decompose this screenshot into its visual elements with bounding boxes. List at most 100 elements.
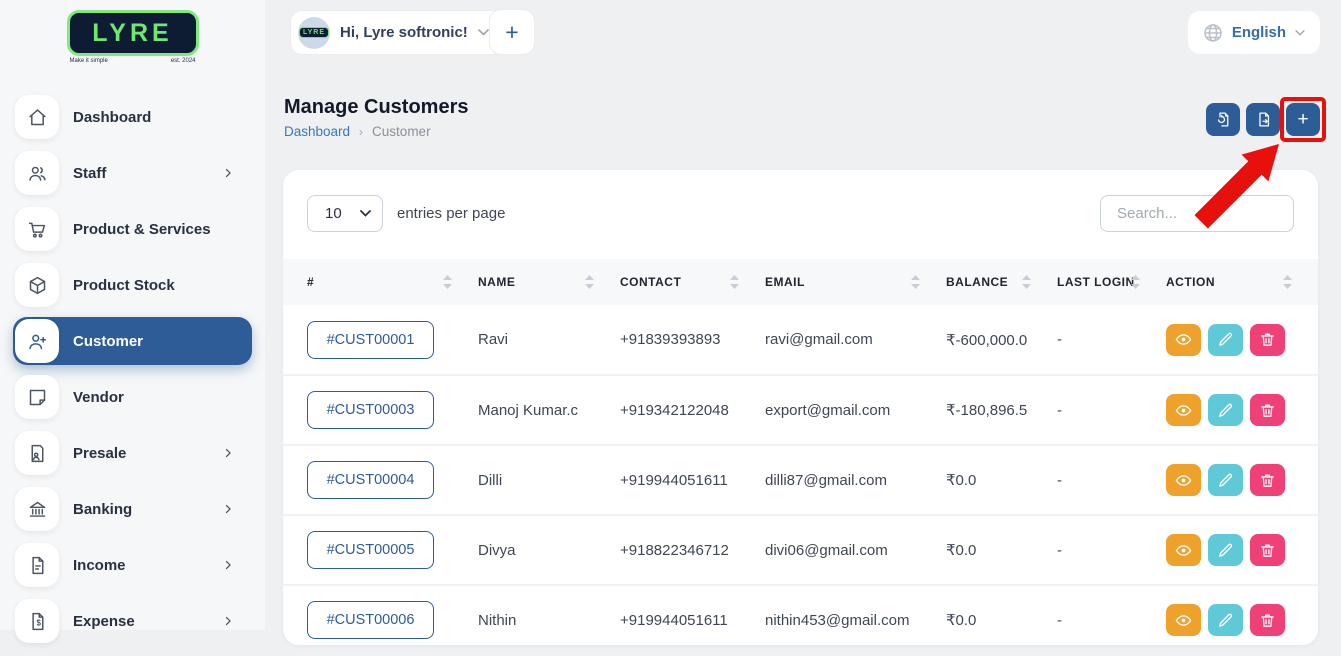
entries-label: entries per page xyxy=(397,195,505,232)
delete-button[interactable] xyxy=(1250,394,1285,426)
view-button[interactable] xyxy=(1166,604,1201,636)
sidebar-item-presale[interactable]: Presale xyxy=(13,429,252,477)
file-refresh-icon xyxy=(1215,111,1232,128)
users-icon xyxy=(15,151,59,195)
quick-add-button[interactable]: + xyxy=(489,9,535,55)
view-button[interactable] xyxy=(1166,464,1201,496)
logo-tagline: Make it simple xyxy=(70,58,108,64)
pencil-icon xyxy=(1217,542,1234,559)
table-row: #CUST00001Ravi+91839393893ravi@gmail.com… xyxy=(283,305,1318,375)
customer-name: Manoj Kumar.c xyxy=(478,402,578,419)
pencil-icon xyxy=(1217,402,1234,419)
view-button[interactable] xyxy=(1166,324,1201,356)
row-actions xyxy=(1166,464,1318,496)
customer-id-button[interactable]: #CUST00001 xyxy=(307,321,434,359)
sidebar-item-vendor[interactable]: Vendor xyxy=(13,373,252,421)
sidebar-item-dashboard[interactable]: Dashboard xyxy=(13,93,252,141)
edit-button[interactable] xyxy=(1208,394,1243,426)
column-header-name[interactable]: NAME xyxy=(478,259,620,305)
customer-contact: +919342122048 xyxy=(620,402,729,419)
user-plus-icon xyxy=(15,319,59,363)
column-header-last-login[interactable]: LAST LOGIN xyxy=(1057,259,1166,305)
sort-icon[interactable] xyxy=(443,275,452,289)
customer-id-button[interactable]: #CUST00006 xyxy=(307,601,434,639)
column-label: ACTION xyxy=(1166,275,1215,289)
entries-per-page-select[interactable]: 10 xyxy=(307,195,383,232)
delete-button[interactable] xyxy=(1250,464,1285,496)
table-row: #CUST00004Dilli+919944051611dilli87@gmai… xyxy=(283,445,1318,515)
edit-button[interactable] xyxy=(1208,464,1243,496)
customer-last-login: - xyxy=(1057,402,1062,419)
table-row: #CUST00006Nithin+919944051611nithin453@g… xyxy=(283,585,1318,655)
customers-card: 10 entries per page #NAMECONTACT EMAILBAL… xyxy=(283,170,1318,645)
sort-icon[interactable] xyxy=(911,275,920,289)
sort-icon[interactable] xyxy=(1131,275,1140,289)
pencil-icon xyxy=(1217,331,1234,348)
delete-button[interactable] xyxy=(1250,534,1285,566)
sidebar-item-product-stock[interactable]: Product Stock xyxy=(13,261,252,309)
sort-icon[interactable] xyxy=(730,275,739,289)
sidebar-item-staff[interactable]: Staff xyxy=(13,149,252,197)
import-customers-button[interactable] xyxy=(1206,103,1240,136)
customer-id-button[interactable]: #CUST00004 xyxy=(307,461,434,499)
page-title: Manage Customers xyxy=(284,96,469,119)
sidebar-item-expense[interactable]: $Expense xyxy=(13,597,252,645)
customer-balance: ₹0.0 xyxy=(946,542,976,559)
breadcrumb-dashboard-link[interactable]: Dashboard xyxy=(284,124,350,139)
sort-icon[interactable] xyxy=(1283,275,1292,289)
sidebar-item-banking[interactable]: Banking xyxy=(13,485,252,533)
search-input[interactable] xyxy=(1100,195,1294,232)
customer-balance: ₹0.0 xyxy=(946,612,976,629)
column-header-contact[interactable]: CONTACT xyxy=(620,259,765,305)
avatar: LYRE xyxy=(298,17,330,49)
chevron-right-icon xyxy=(222,167,234,179)
table-body: #CUST00001Ravi+91839393893ravi@gmail.com… xyxy=(283,305,1318,655)
view-button[interactable] xyxy=(1166,394,1201,426)
sidebar-item-customer[interactable]: Customer xyxy=(13,317,252,365)
breadcrumb: Dashboard › Customer xyxy=(284,124,431,139)
customer-balance: ₹-180,896.5 xyxy=(946,402,1027,419)
sort-icon[interactable] xyxy=(1022,275,1031,289)
profile-menu[interactable]: LYRE Hi, Lyre softronic! xyxy=(290,10,504,55)
file-export-icon xyxy=(1255,111,1272,128)
trash-icon xyxy=(1259,331,1276,348)
sidebar-item-label: Vendor xyxy=(73,389,124,406)
sort-icon[interactable] xyxy=(585,275,594,289)
edit-button[interactable] xyxy=(1208,324,1243,356)
greeting-text: Hi, Lyre softronic! xyxy=(340,24,468,41)
package-icon xyxy=(15,263,59,307)
plus-icon: + xyxy=(505,19,518,46)
sidebar-item-label: Banking xyxy=(73,501,132,518)
bank-icon xyxy=(15,487,59,531)
column-header-email[interactable]: EMAIL xyxy=(765,259,946,305)
cart-icon xyxy=(15,207,59,251)
customer-email: dilli87@gmail.com xyxy=(765,472,887,489)
sidebar-item-income[interactable]: Income xyxy=(13,541,252,589)
export-customers-button[interactable] xyxy=(1246,103,1280,136)
edit-button[interactable] xyxy=(1208,534,1243,566)
column-label: LAST LOGIN xyxy=(1057,275,1135,289)
column-header-action[interactable]: ACTION xyxy=(1166,259,1318,305)
column-header-#[interactable]: # xyxy=(283,259,478,305)
customer-name: Ravi xyxy=(478,331,508,348)
column-label: CONTACT xyxy=(620,275,681,289)
sidebar-item-label: Dashboard xyxy=(73,109,151,126)
customer-id-button[interactable]: #CUST00005 xyxy=(307,531,434,569)
customer-last-login: - xyxy=(1057,542,1062,559)
edit-button[interactable] xyxy=(1208,604,1243,636)
customer-contact: +91839393893 xyxy=(620,331,721,348)
eye-icon xyxy=(1175,331,1192,348)
column-header-balance[interactable]: BALANCE xyxy=(946,259,1057,305)
view-button[interactable] xyxy=(1166,534,1201,566)
sidebar-item-product-services[interactable]: Product & Services xyxy=(13,205,252,253)
delete-button[interactable] xyxy=(1250,604,1285,636)
language-selector[interactable]: English xyxy=(1188,11,1320,54)
add-customer-button[interactable]: + xyxy=(1286,103,1320,136)
customer-id-button[interactable]: #CUST00003 xyxy=(307,391,434,429)
customer-contact: +918822346712 xyxy=(620,542,729,559)
delete-button[interactable] xyxy=(1250,324,1285,356)
sidebar-item-label: Product & Services xyxy=(73,221,211,238)
row-actions xyxy=(1166,394,1318,426)
chevron-down-icon xyxy=(1295,30,1305,36)
chevron-right-icon xyxy=(222,559,234,571)
